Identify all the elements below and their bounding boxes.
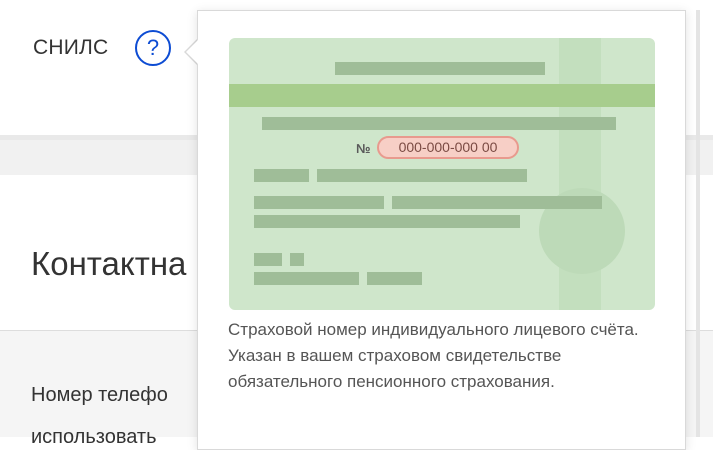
snils-number-example: 000-000-000 00 [377, 136, 519, 159]
card-placeholder-bar [254, 196, 384, 209]
snils-card-illustration: № 000-000-000 00 [229, 38, 655, 310]
card-placeholder-bar [335, 62, 545, 75]
card-placeholder-bar [392, 196, 602, 209]
card-placeholder-bar [254, 215, 520, 228]
contacts-section-title: Контактна [31, 245, 187, 282]
help-icon[interactable]: ? [135, 30, 171, 66]
card-placeholder-bar [254, 272, 359, 285]
phone-info-text-continued: использовать [31, 426, 157, 448]
card-placeholder-bar [317, 169, 527, 182]
card-placeholder-bar [367, 272, 422, 285]
card-placeholder-bar [262, 117, 616, 130]
card-placeholder-bar [254, 253, 282, 266]
card-number-prefix: № [356, 141, 371, 156]
snils-label: СНИЛС [33, 36, 109, 59]
card-placeholder-bar [290, 253, 304, 266]
card-green-band [229, 84, 655, 107]
card-placeholder-bar [254, 169, 309, 182]
popover-arrow-inner [186, 39, 199, 65]
popover-scrollbar[interactable] [696, 10, 700, 437]
snils-help-description: Страховой номер индивидуального лицевого… [228, 320, 639, 391]
phone-info-text: Номер телефо [31, 384, 168, 406]
